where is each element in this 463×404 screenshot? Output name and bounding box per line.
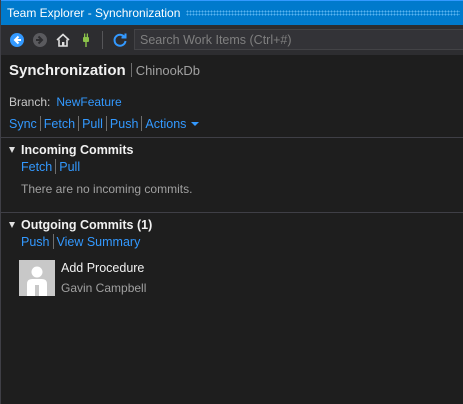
team-explorer-window: Team Explorer - Synchronization Search W… (0, 0, 463, 404)
title-bar[interactable]: Team Explorer - Synchronization (1, 0, 463, 25)
link-separator (39, 116, 41, 131)
incoming-actions: Fetch Pull (21, 159, 80, 174)
avatar (19, 260, 55, 296)
outgoing-commits-title: Outgoing Commits (1) (21, 218, 153, 232)
actions-menu[interactable]: Actions (145, 116, 200, 131)
user-avatar-icon (19, 260, 55, 296)
page-header: Synchronization ChinookDb (9, 62, 200, 80)
forward-button[interactable] (29, 29, 51, 51)
toolbar-separator (102, 31, 103, 49)
incoming-commits-title: Incoming Commits (21, 143, 134, 157)
commit-author: Gavin Campbell (61, 281, 147, 295)
link-separator (78, 116, 80, 131)
sync-link[interactable]: Sync (9, 117, 37, 131)
refresh-icon (113, 33, 127, 47)
title-separator (130, 63, 132, 77)
outgoing-commits-header[interactable]: Outgoing Commits (1) (9, 218, 152, 232)
link-separator (52, 234, 54, 249)
home-button[interactable] (52, 29, 74, 51)
incoming-pull-link[interactable]: Pull (59, 160, 80, 174)
connect-icon (83, 33, 89, 47)
incoming-fetch-link[interactable]: Fetch (21, 160, 52, 174)
search-work-items-input[interactable] (135, 31, 463, 48)
page-title: Synchronization (9, 62, 126, 79)
link-separator (55, 159, 57, 174)
commit-item[interactable]: Add Procedure Gavin Campbell (19, 260, 146, 296)
home-icon (56, 33, 70, 47)
forward-icon (33, 33, 47, 47)
link-separator (141, 116, 143, 131)
search-box[interactable] (134, 29, 463, 50)
back-icon (10, 33, 24, 47)
branch-link[interactable]: NewFeature (56, 95, 121, 109)
branch-label: Branch: (9, 95, 51, 109)
chevron-down-icon (191, 121, 200, 126)
fetch-link[interactable]: Fetch (44, 117, 75, 131)
section-divider (1, 212, 463, 213)
collapse-triangle-icon (9, 222, 15, 228)
section-divider (1, 137, 463, 138)
commit-details: Add Procedure Gavin Campbell (61, 260, 146, 295)
actions-menu-label: Actions (145, 116, 187, 131)
commit-message: Add Procedure (61, 261, 145, 275)
back-button[interactable] (6, 29, 28, 51)
sync-actions: Sync Fetch Pull Push Actions (9, 116, 200, 131)
push-link[interactable]: Push (110, 117, 139, 131)
outgoing-push-link[interactable]: Push (21, 235, 50, 249)
outgoing-actions: Push View Summary (21, 234, 140, 249)
view-summary-link[interactable]: View Summary (57, 235, 141, 249)
toolbar (1, 25, 463, 55)
branch-row: Branch: NewFeature (9, 95, 122, 109)
collapse-triangle-icon (9, 147, 15, 153)
connect-button[interactable] (75, 29, 97, 51)
link-separator (105, 116, 107, 131)
title-bar-grip (186, 10, 460, 16)
incoming-commits-header[interactable]: Incoming Commits (9, 143, 134, 157)
refresh-button[interactable] (109, 29, 131, 51)
window-title: Team Explorer - Synchronization (7, 6, 181, 20)
repository-name: ChinookDb (135, 63, 201, 78)
synchronization-page: Synchronization ChinookDb Branch: NewFeatu… (1, 55, 463, 404)
pull-link[interactable]: Pull (82, 117, 103, 131)
incoming-empty-message: There are no incoming commits. (21, 182, 193, 196)
